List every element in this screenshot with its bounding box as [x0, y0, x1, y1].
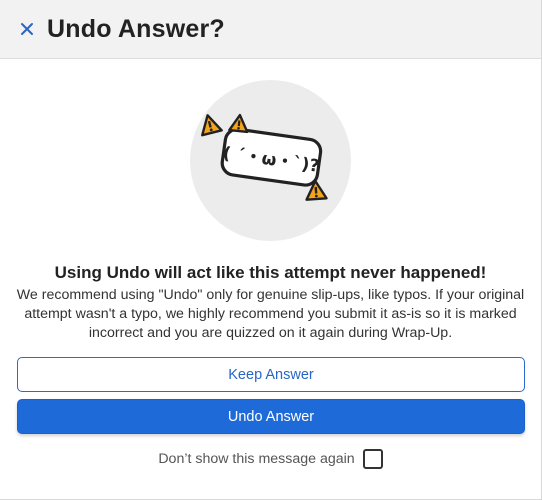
close-icon	[21, 23, 33, 35]
keep-answer-button[interactable]: Keep Answer	[17, 357, 525, 392]
dont-show-again-row: Don’t show this message again	[0, 449, 541, 469]
warning-icon	[228, 113, 249, 134]
warning-icon	[201, 114, 223, 137]
undo-answer-button[interactable]: Undo Answer	[17, 399, 525, 434]
dont-show-again-label: Don’t show this message again	[158, 451, 355, 467]
warning-description: We recommend using "Undo" only for genui…	[16, 287, 525, 341]
dont-show-again-checkbox[interactable]	[362, 449, 383, 469]
dialog-header: Undo Answer?	[0, 0, 541, 59]
warning-headline: Using Undo will act like this attempt ne…	[54, 263, 487, 282]
confused-kaomoji-illustration: ( ´・ω・`)?	[190, 80, 351, 241]
undo-answer-dialog: Undo Answer? ( ´・ω・`)? Using Undo will a…	[0, 0, 542, 500]
dialog-title: Undo Answer?	[47, 14, 225, 43]
close-button[interactable]	[16, 18, 38, 40]
